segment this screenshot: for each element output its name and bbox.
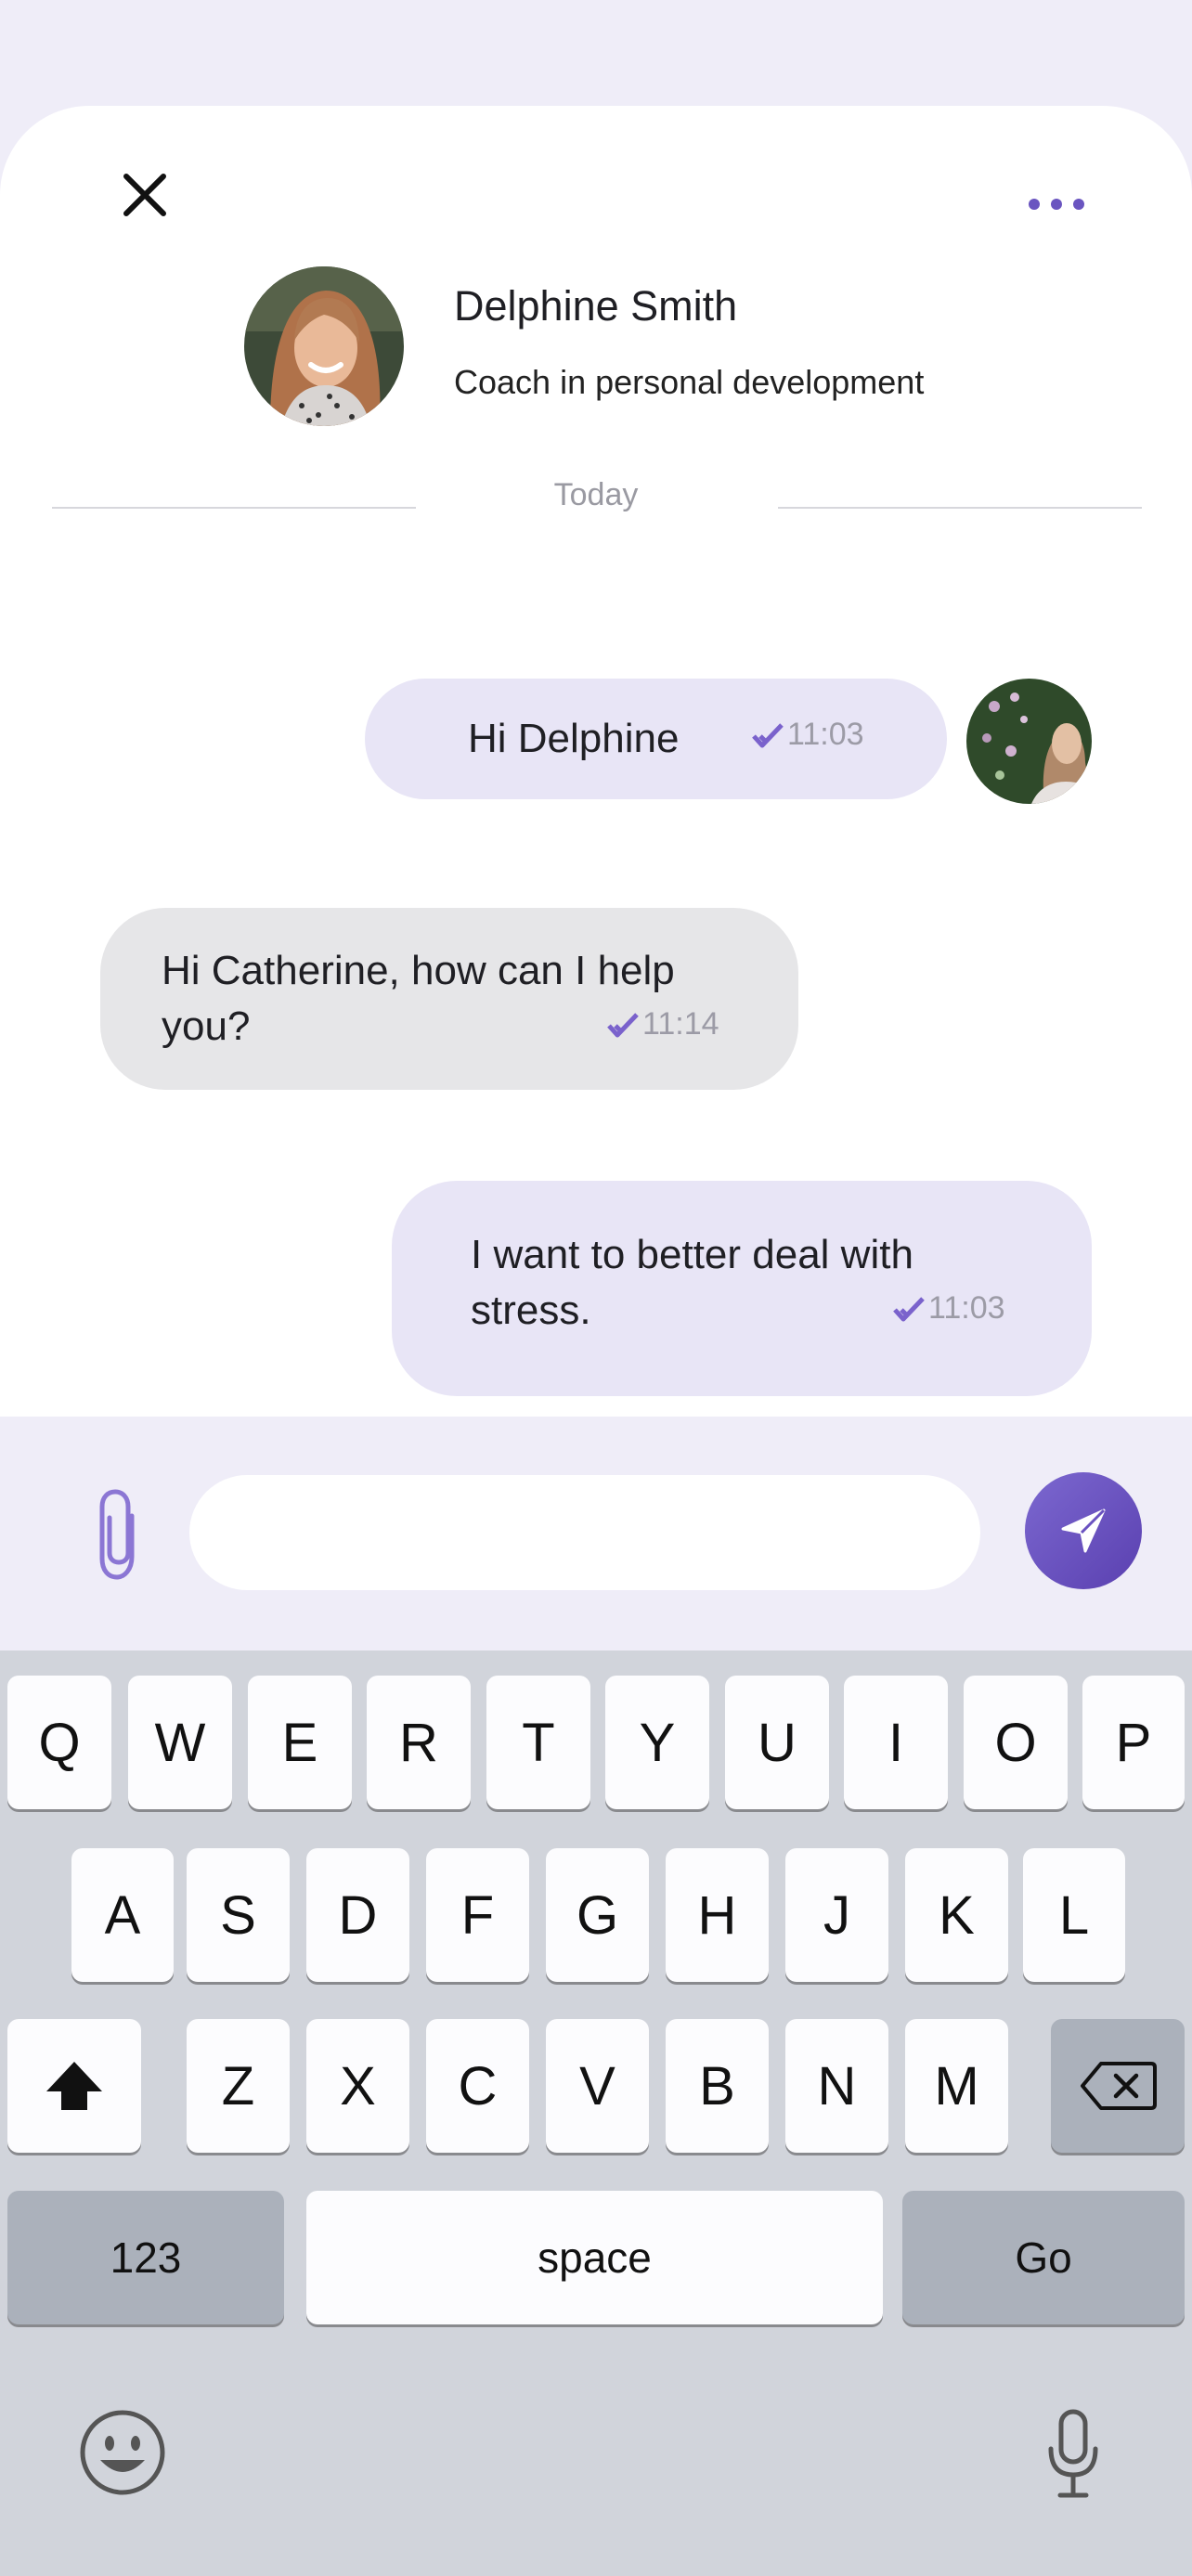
numbers-key[interactable]: 123 — [7, 2191, 284, 2324]
key-n[interactable]: N — [785, 2019, 888, 2153]
emoji-button[interactable] — [76, 2406, 169, 2499]
message-meta: 11:03 — [752, 717, 864, 753]
key-x[interactable]: X — [306, 2019, 409, 2153]
paperclip-icon — [99, 1489, 135, 1580]
chat-screen: Delphine Smith Coach in personal develop… — [0, 0, 1192, 2576]
emoji-icon — [80, 2410, 165, 2495]
attach-button[interactable] — [87, 1487, 150, 1582]
key-r[interactable]: R — [367, 1676, 471, 1809]
space-key[interactable]: space — [306, 2191, 883, 2324]
key-p[interactable]: P — [1082, 1676, 1185, 1809]
read-check-icon — [607, 1012, 639, 1037]
message-meta: 11:14 — [607, 1006, 719, 1042]
key-t[interactable]: T — [486, 1676, 590, 1809]
key-o[interactable]: O — [964, 1676, 1068, 1809]
close-icon — [123, 174, 166, 216]
dictation-button[interactable] — [1040, 2406, 1107, 2503]
read-check-icon — [893, 1296, 925, 1321]
shift-key[interactable] — [7, 2019, 141, 2153]
message-meta: 11:03 — [893, 1290, 1005, 1327]
message-time: 11:03 — [787, 717, 864, 752]
close-button[interactable] — [108, 158, 182, 232]
message-text: Hi Delphine — [468, 716, 680, 761]
message-text-line-2: you? — [162, 1003, 251, 1049]
message-text-line-1: Hi Catherine, how can I help — [162, 948, 675, 993]
key-v[interactable]: V — [546, 2019, 649, 2153]
date-separator: Today — [553, 477, 639, 512]
key-d[interactable]: D — [306, 1848, 409, 1982]
key-q[interactable]: Q — [7, 1676, 111, 1809]
more-options-button[interactable] — [1012, 176, 1101, 232]
message-time: 11:14 — [642, 1006, 719, 1042]
message-text-line-2: stress. — [471, 1288, 591, 1333]
key-g[interactable]: G — [546, 1848, 649, 1982]
key-w[interactable]: W — [128, 1676, 232, 1809]
more-horizontal-icon — [1029, 199, 1084, 210]
key-y[interactable]: Y — [605, 1676, 709, 1809]
backspace-key[interactable] — [1051, 2019, 1185, 2153]
microphone-icon — [1048, 2409, 1098, 2498]
send-button[interactable] — [1025, 1472, 1142, 1589]
key-e[interactable]: E — [248, 1676, 352, 1809]
coach-title: Coach in personal development — [454, 363, 925, 401]
key-b[interactable]: B — [666, 2019, 769, 2153]
user-avatar[interactable] — [966, 679, 1092, 804]
date-divider-left — [52, 507, 416, 509]
key-z[interactable]: Z — [187, 2019, 290, 2153]
key-j[interactable]: J — [785, 1848, 888, 1982]
key-u[interactable]: U — [725, 1676, 829, 1809]
key-l[interactable]: L — [1023, 1848, 1125, 1982]
backspace-icon — [1081, 2062, 1157, 2110]
shift-icon — [46, 2062, 102, 2110]
key-f[interactable]: F — [426, 1848, 529, 1982]
message-text-line-1: I want to better deal with — [471, 1232, 913, 1277]
read-check-icon — [752, 722, 784, 747]
coach-avatar[interactable] — [244, 266, 404, 426]
message-input[interactable] — [189, 1475, 980, 1590]
date-divider-right — [778, 507, 1142, 509]
key-c[interactable]: C — [426, 2019, 529, 2153]
key-k[interactable]: K — [905, 1848, 1008, 1982]
key-s[interactable]: S — [187, 1848, 290, 1982]
keyboard: Q W E R T Y U I O P A S D F G H J K L Z … — [0, 1650, 1192, 2576]
key-m[interactable]: M — [905, 2019, 1008, 2153]
key-a[interactable]: A — [71, 1848, 174, 1982]
key-h[interactable]: H — [666, 1848, 769, 1982]
message-time: 11:03 — [928, 1290, 1005, 1326]
go-key[interactable]: Go — [902, 2191, 1185, 2324]
send-icon — [1061, 1508, 1106, 1553]
key-i[interactable]: I — [844, 1676, 948, 1809]
coach-name: Delphine Smith — [454, 282, 738, 330]
